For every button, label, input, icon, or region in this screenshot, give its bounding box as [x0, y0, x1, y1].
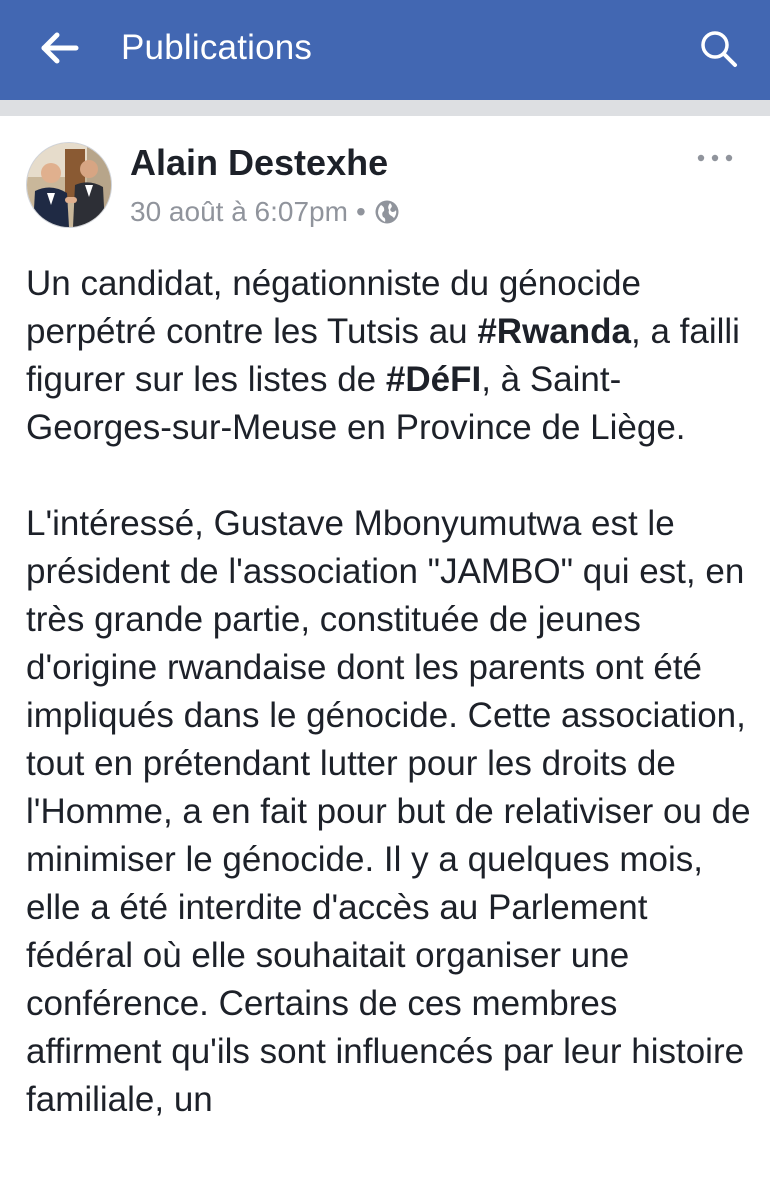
back-button[interactable] [36, 26, 84, 74]
post-card: Alain Destexhe 30 août à 6:07pm • Un can… [0, 116, 770, 1200]
hashtag-defi[interactable]: #DéFI [386, 360, 481, 399]
globe-icon [374, 199, 400, 225]
search-icon [699, 29, 739, 74]
feed-divider [0, 100, 770, 116]
avatar[interactable] [26, 142, 112, 228]
search-button[interactable] [694, 26, 744, 76]
more-horizontal-icon [695, 150, 735, 168]
page-title: Publications [121, 28, 313, 67]
post-paragraph-1: Un candidat, négationniste du génocide p… [26, 260, 756, 452]
hashtag-rwanda[interactable]: #Rwanda [477, 312, 631, 351]
post-timestamp[interactable]: 30 août à 6:07pm [130, 196, 348, 228]
app-bar: Publications [0, 0, 770, 100]
post-text: Un candidat, négationniste du génocide p… [26, 260, 756, 1124]
arrow-left-icon [40, 32, 80, 69]
author-name[interactable]: Alain Destexhe [130, 142, 388, 184]
post-meta: 30 août à 6:07pm • [130, 196, 400, 228]
post-paragraph-2: L'intéressé, Gustave Mbonyumutwa est le … [26, 504, 751, 1119]
meta-separator: • [355, 196, 366, 227]
more-options-button[interactable] [690, 144, 740, 174]
